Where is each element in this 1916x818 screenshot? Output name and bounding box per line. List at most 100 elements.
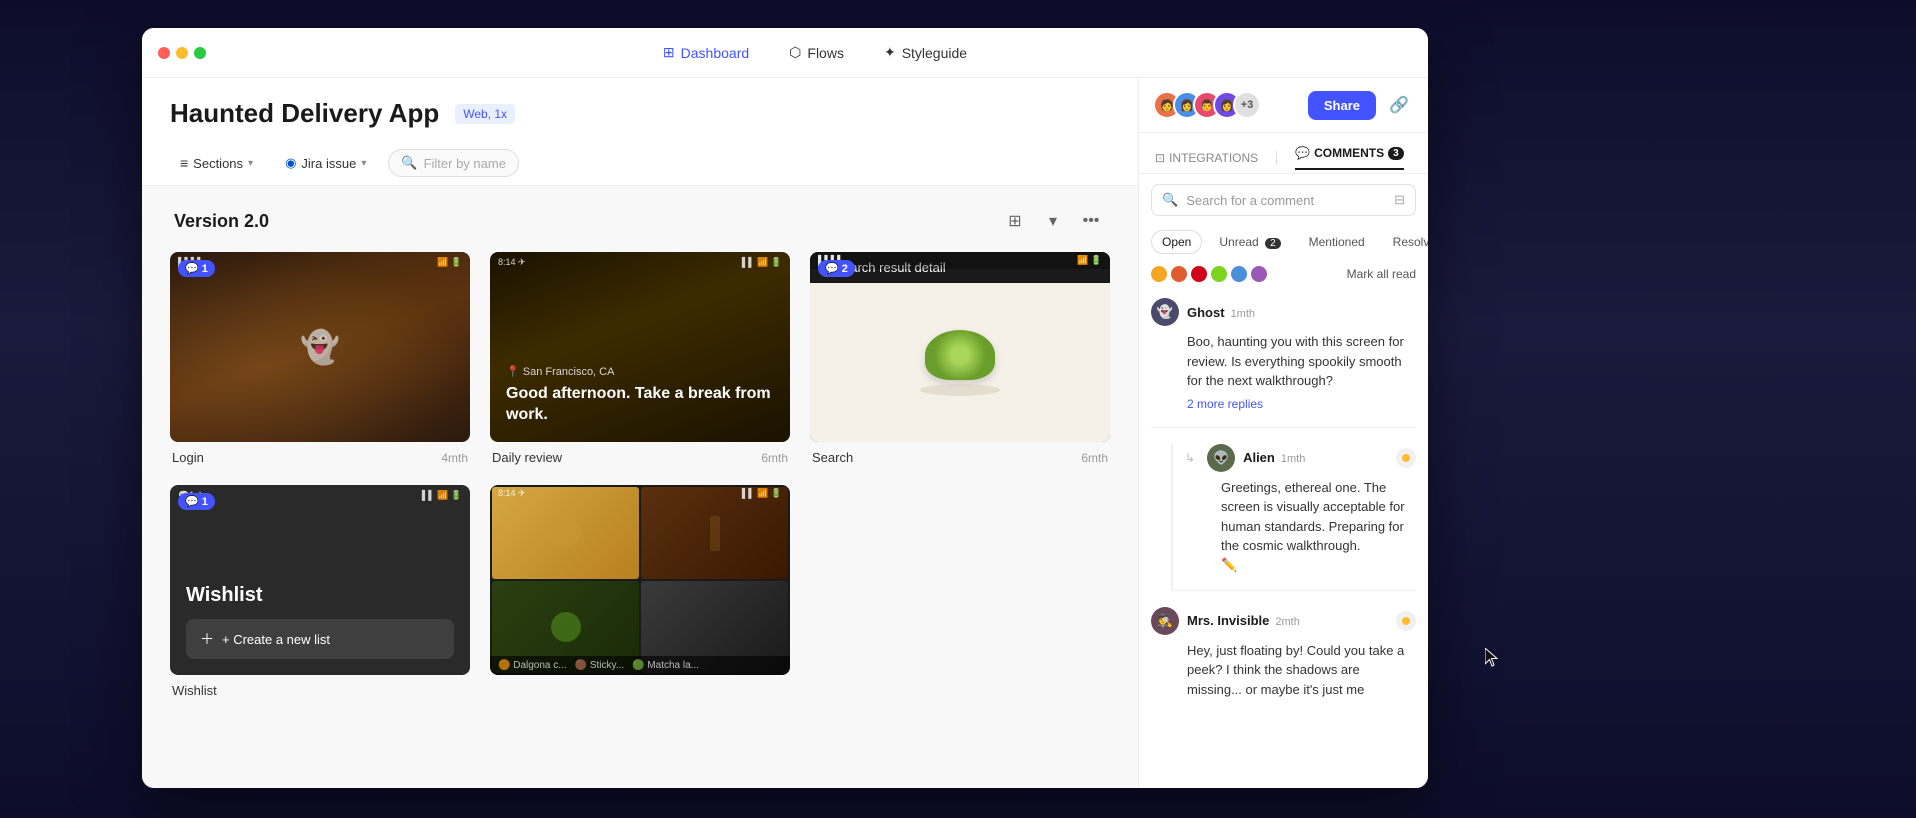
- frame-label-login: Login 4mth: [170, 450, 470, 465]
- section-layout-btn[interactable]: ⊞: [1000, 206, 1030, 236]
- title-bar: ⊞ Dashboard ⬡ Flows ✦ Styleguide: [142, 28, 1428, 78]
- sections-button[interactable]: ≡ Sections ▾: [170, 150, 263, 176]
- comment-header-ghost: 👻 Ghost 1mth: [1151, 298, 1416, 326]
- main-content: Haunted Delivery App Web, 1x ≡ Sections …: [142, 78, 1428, 788]
- color-dot-blue[interactable]: [1231, 266, 1247, 282]
- tab-separator: [1276, 151, 1277, 165]
- frame-thumbnail-daily: 8:14 ✈ ▌▌ 📶 🔋 📍 San Francisco, CA Good a…: [490, 252, 790, 442]
- tab-comments[interactable]: 💬 COMMENTS 3: [1295, 146, 1404, 170]
- daily-time: 8:14 ✈: [498, 257, 526, 268]
- section-more-btn[interactable]: •••: [1076, 206, 1106, 236]
- frame-label-wishlist: Wishlist: [170, 683, 470, 698]
- nav-item-styleguide[interactable]: ✦ Styleguide: [876, 40, 975, 65]
- color-dot-red-orange[interactable]: [1171, 266, 1187, 282]
- frame-name-login: Login: [172, 450, 204, 465]
- frame-card-wishlist[interactable]: 💬1 ✈ ▌▌ 📶 🔋 Wishlist ＋ + Create a new li…: [170, 485, 470, 698]
- comment-replies-ghost[interactable]: 2 more replies: [1187, 397, 1416, 411]
- comments-count-badge: 3: [1388, 147, 1404, 160]
- nav-item-dashboard[interactable]: ⊞ Dashboard: [655, 40, 757, 65]
- wishlist-signal: ▌▌ 📶 🔋: [422, 490, 462, 501]
- canvas-area: Version 2.0 ⊞ ▾ •••: [142, 186, 1138, 788]
- comment-status-invisible: [1396, 611, 1416, 631]
- color-dot-orange[interactable]: [1151, 266, 1167, 282]
- flows-icon: ⬡: [789, 44, 801, 61]
- app-window: ⊞ Dashboard ⬡ Flows ✦ Styleguide Haunted…: [142, 28, 1428, 788]
- comments-list: 👻 Ghost 1mth Boo, haunting you with this…: [1139, 290, 1428, 788]
- frame-name-daily: Daily review: [492, 450, 562, 465]
- comment-count-search: 2: [842, 263, 848, 275]
- tab-integrations[interactable]: ⊡ INTEGRATIONS: [1155, 143, 1258, 173]
- jira-label: Jira issue: [301, 156, 356, 171]
- sections-chevron: ▾: [248, 158, 253, 169]
- frame-time-search: 6mth: [1081, 451, 1108, 465]
- toolbar: ≡ Sections ▾ ◉ Jira issue ▾ 🔍 Filter by …: [142, 141, 1138, 186]
- frames-grid-2: 💬1 ✈ ▌▌ 📶 🔋 Wishlist ＋ + Create a new li…: [170, 485, 1110, 698]
- project-title: Haunted Delivery App: [170, 98, 439, 129]
- login-ghost-icon: 👻: [300, 328, 340, 366]
- sections-icon: ≡: [180, 155, 188, 171]
- add-list-button[interactable]: ＋ + Create a new list: [186, 619, 454, 659]
- daily-greeting: Good afternoon. Take a break from work.: [506, 384, 774, 426]
- right-panel-top: 🧑 👩 👨 👩 +3 Share 🔗: [1139, 78, 1428, 133]
- frame-card-food[interactable]: 8:14 ✈ ▌▌ 📶 🔋 🟠 Dalgona c... 🟤 Sticky...…: [490, 485, 790, 698]
- frame-card-login[interactable]: ▌▌▌▌ 📶 🔋 👻 💬 1 Login: [170, 252, 470, 465]
- title-bar-nav: ⊞ Dashboard ⬡ Flows ✦ Styleguide: [218, 40, 1412, 65]
- traffic-light-close[interactable]: [158, 47, 170, 59]
- filter-input[interactable]: 🔍 Filter by name: [388, 149, 519, 177]
- sections-label: Sections: [193, 156, 243, 171]
- project-badge[interactable]: Web, 1x: [455, 104, 515, 124]
- color-dot-red[interactable]: [1191, 266, 1207, 282]
- search-icon: 🔍: [1162, 192, 1178, 208]
- comment-time-ghost: 1mth: [1231, 308, 1255, 320]
- frame-thumbnail-food: 8:14 ✈ ▌▌ 📶 🔋 🟠 Dalgona c... 🟤 Sticky...…: [490, 485, 790, 675]
- sort-icon[interactable]: ⊟: [1394, 192, 1405, 208]
- frame-time-login: 4mth: [441, 451, 468, 465]
- filter-pill-resolved[interactable]: Resolv...: [1382, 230, 1428, 254]
- traffic-light-minimize[interactable]: [176, 47, 188, 59]
- frame-card-daily[interactable]: 8:14 ✈ ▌▌ 📶 🔋 📍 San Francisco, CA Good a…: [490, 252, 790, 465]
- filter-pill-mentioned[interactable]: Mentioned: [1298, 230, 1376, 254]
- frame-label-search: Search 6mth: [810, 450, 1110, 465]
- nav-flows-label: Flows: [807, 45, 844, 61]
- mark-all-read[interactable]: Mark all read: [1347, 267, 1416, 281]
- edit-icon-alien: ✏️: [1221, 557, 1237, 572]
- comment-text-invisible: Hey, just floating by! Could you take a …: [1187, 641, 1416, 700]
- panel-tabs: ⊡ INTEGRATIONS 💬 COMMENTS 3: [1139, 133, 1428, 174]
- link-icon: 🔗: [1389, 95, 1409, 115]
- comment-author-ghost: Ghost: [1187, 305, 1225, 320]
- comment-item-ghost: 👻 Ghost 1mth Boo, haunting you with this…: [1151, 298, 1416, 428]
- right-panel: 🧑 👩 👨 👩 +3 Share 🔗 ⊡ INTEGRATIONS: [1138, 78, 1428, 788]
- frame-thumbnail-wishlist: 💬1 ✈ ▌▌ 📶 🔋 Wishlist ＋ + Create a new li…: [170, 485, 470, 675]
- comment-search[interactable]: 🔍 Search for a comment ⊟: [1151, 184, 1416, 216]
- frame-time-daily: 6mth: [761, 451, 788, 465]
- filter-pill-unread[interactable]: Unread 2: [1208, 230, 1291, 254]
- search-statusbar-icons: 📶 🔋: [1077, 255, 1102, 266]
- nav-dashboard-label: Dashboard: [681, 45, 750, 61]
- food-plate: [920, 384, 1000, 396]
- nav-item-flows[interactable]: ⬡ Flows: [781, 40, 852, 65]
- copy-link-button[interactable]: 🔗: [1384, 90, 1414, 120]
- comment-header-alien: ↳ 👽 Alien 1mth: [1185, 444, 1416, 472]
- frame-card-search[interactable]: ‹ Search result detail: [810, 252, 1110, 465]
- comments-icon: 💬: [1295, 146, 1310, 160]
- frame-name-search: Search: [812, 450, 853, 465]
- traffic-light-maximize[interactable]: [194, 47, 206, 59]
- left-panel: Haunted Delivery App Web, 1x ≡ Sections …: [142, 78, 1138, 788]
- frame-comment-badge-login: 💬 1: [178, 260, 215, 277]
- filter-placeholder: Filter by name: [424, 156, 506, 171]
- comment-author-invisible: Mrs. Invisible: [1187, 613, 1269, 628]
- frame-label-daily: Daily review 6mth: [490, 450, 790, 465]
- share-button[interactable]: Share: [1308, 91, 1376, 120]
- comment-item-alien: ↳ 👽 Alien 1mth Greetings, ethereal one. …: [1171, 444, 1416, 591]
- jira-button[interactable]: ◉ Jira issue ▾: [275, 150, 376, 176]
- comment-meta-alien: Alien 1mth: [1243, 450, 1388, 465]
- section-collapse-btn[interactable]: ▾: [1038, 206, 1068, 236]
- frame-name-wishlist: Wishlist: [172, 683, 217, 698]
- filter-pill-open[interactable]: Open: [1151, 230, 1202, 254]
- comment-author-alien: Alien: [1243, 450, 1275, 465]
- comment-icon: 💬: [185, 262, 199, 275]
- color-dot-green[interactable]: [1211, 266, 1227, 282]
- comment-count-wishlist: 1: [202, 496, 208, 508]
- color-dot-purple[interactable]: [1251, 266, 1267, 282]
- avatar-alien: 👽: [1207, 444, 1235, 472]
